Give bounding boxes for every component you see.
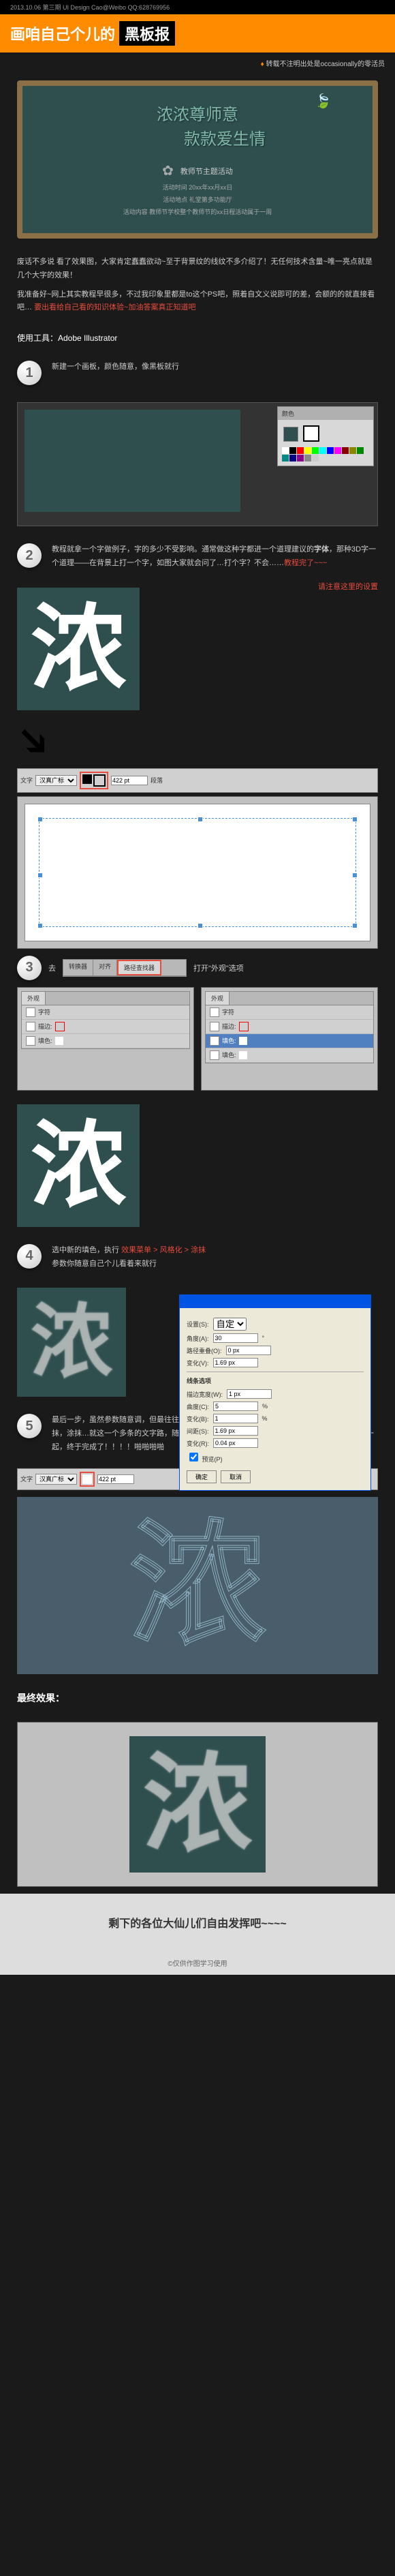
footer-text: 剩下的各位大仙儿们自由发挥吧~~~~ [0,1894,395,1951]
spacing-input[interactable] [213,1426,258,1436]
ai-canvas [25,804,370,941]
color-panel-header: 颜色 [278,407,373,420]
curve-input[interactable] [213,1401,258,1411]
final-result-label: 最终效果： [0,1681,395,1715]
step-number-3: 3 [17,956,42,980]
step-1: 1 新建一个画板，颜色随意，像黑板就行 [0,350,395,395]
flower-icon: ✿ [162,162,174,179]
scribble-dialog: 设置(S): 自定 角度(A): ° 路径重叠(O): 变化(V): 线条选项 [179,1294,371,1491]
final-char: 浓 [143,1750,252,1859]
page-title: 画咱自己个儿的 黑板报 [10,21,175,46]
step-1-screenshot: 颜色 [17,402,378,526]
swatch-grid [282,447,369,461]
blackboard-hero: 🍃 浓浓尊师意 款款爱生情 ✿ 教师节主题活动 活动时间 20xx年xx月xx日… [17,80,378,239]
stroke-icon[interactable] [93,774,106,787]
intro-paragraph: 废话不多说 看了效果图，大家肯定蠢蠢欲动~至于背景纹的线纹不多介绍了！无任何技术… [0,245,395,325]
width-input[interactable] [227,1389,272,1399]
selection-bounding-box [39,818,356,927]
appearance-panel-after: 外观 字符 描边: 填色: 填色: [201,987,378,1091]
tool-label: 使用工具：Adobe Illustrator [0,325,395,350]
watermark: ©仅供作图学习使用 [0,1951,395,1975]
tab-transform[interactable]: 转换器 [63,960,93,975]
step-4-text: 选中新的填色，执行 效果菜单 > 风格化 > 涂抹 参数你随意自己个儿看着来就行 [52,1244,378,1271]
step-3-screenshots: 外观 字符 描边: 填色: 外观 字符 描边: 填色: 填色: [17,987,378,1091]
spacing-var-input[interactable] [213,1438,258,1448]
final-screenshot: 浓 [17,1722,378,1887]
preset-select[interactable]: 自定 [213,1318,247,1331]
stroke-highlight-2 [80,1472,95,1487]
ai-text-toolbar: 文字 汉真广标 段落 [17,768,378,793]
blackboard-meta3: 活动内容 教师节学校整个教师节的xx日程活动属于一周 [36,207,359,216]
step-4-result: 浓 [17,1288,126,1397]
step-4: 4 选中新的填色，执行 效果菜单 > 风格化 > 涂抹 参数你随意自己个儿看着来… [0,1234,395,1282]
tab-pathfinder[interactable]: 路径查找器 [117,960,161,975]
appearance-panel-before: 外观 字符 描边: 填色: [17,987,194,1091]
font-select[interactable]: 汉真广标 [35,775,77,786]
step-number-1: 1 [17,361,42,385]
header-bar: 画咱自己个儿的 黑板报 [0,14,395,52]
variation-input[interactable] [213,1358,258,1367]
step-number-4: 4 [17,1244,42,1269]
down-arrow-icon: ➔ [5,712,63,770]
step-2: 2 教程就拿一个字做例子，字的多少不受影响。通常做这种字都进一个道理建议的字体，… [0,533,395,581]
blackboard-meta2: 活动地点 礼堂第多功能厅 [36,195,359,204]
reprint-notice: 转载不注明出处是occasionally的零活员 [0,52,395,74]
step-5-outline: 浓 [17,1497,378,1674]
pathfinder-panel: 转换器 对齐 路径查找器 [63,959,187,977]
blackboard-meta1: 活动时间 20xx年xx月xx日 [36,183,359,192]
cancel-button[interactable]: 取消 [221,1470,251,1483]
blackboard-subtitle: ✿ 教师节主题活动 [36,162,359,179]
step-2-text: 教程就拿一个字做例子，字的多少不受影响。通常做这种字都进一个道理建议的字体，那种… [52,543,378,571]
step-number-5: 5 [17,1414,42,1438]
color-panel: 颜色 [277,406,374,466]
ok-button[interactable]: 确定 [187,1470,217,1483]
dark-canvas [25,410,240,512]
ai-canvas-window [17,796,378,949]
step-2-char: 浓 [17,588,140,710]
tab-align[interactable]: 对齐 [93,960,117,975]
header-meta-bar: 2013.10.06 第三期 UI Design Cao@Weibo QQ:62… [0,0,395,14]
preview-checkbox[interactable] [189,1453,198,1461]
step-3-char: 浓 [17,1104,140,1227]
curve-var-input[interactable] [213,1414,258,1423]
step-1-text: 新建一个画板，颜色随意，像黑板就行 [52,361,378,385]
stroke-highlight [80,772,108,789]
fill-icon[interactable] [82,774,92,784]
fill-swatch [283,427,298,442]
angle-input[interactable] [213,1333,258,1343]
path-input[interactable] [226,1346,271,1355]
font-size-input[interactable] [111,776,148,785]
blackboard-line1: 浓浓尊师意 [36,103,359,127]
leaf-icon: 🍃 [315,93,332,110]
arrow-annotation: 请注意这里的设置 [157,581,395,592]
stroke-swatch [303,425,319,442]
blackboard-line2: 款款爱生情 [91,127,359,152]
title-highlight: 黑板报 [119,21,175,46]
step-number-2: 2 [17,543,42,568]
